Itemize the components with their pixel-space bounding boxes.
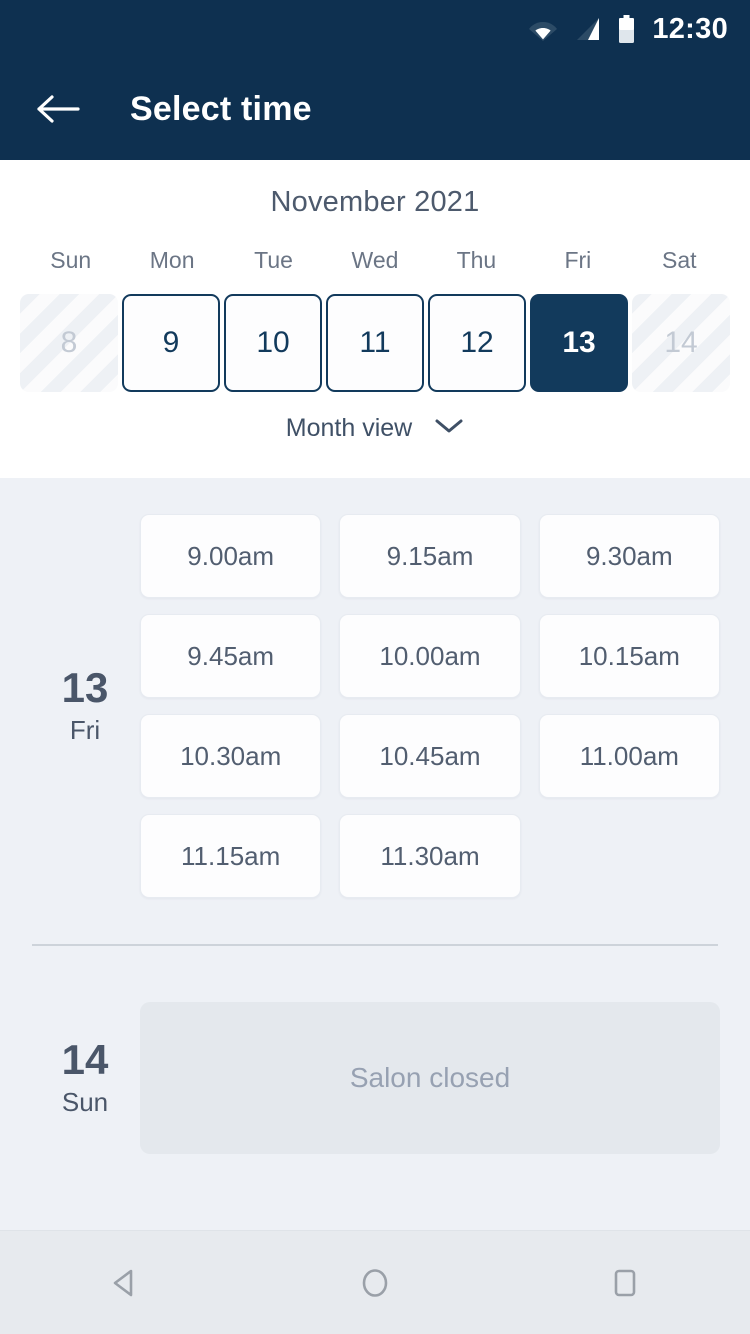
recents-square-icon bbox=[614, 1269, 636, 1296]
nav-home-button[interactable] bbox=[327, 1247, 423, 1319]
weekday-label: Fri bbox=[564, 247, 592, 273]
back-triangle-icon bbox=[113, 1269, 133, 1296]
day-name: Sun bbox=[61, 1086, 109, 1117]
back-button[interactable] bbox=[34, 85, 82, 133]
day-block-14: 14 Sun Salon closed bbox=[0, 1002, 750, 1154]
battery-icon bbox=[618, 15, 635, 43]
time-slot[interactable]: 10.30am bbox=[140, 714, 322, 798]
date-cell-row: 8 9 10 11 12 13 14 bbox=[0, 294, 750, 392]
time-slot[interactable]: 9.00am bbox=[140, 514, 322, 598]
calendar-month-label: November 2021 bbox=[270, 186, 480, 218]
date-cell-10[interactable]: 10 bbox=[224, 294, 322, 392]
signal-icon bbox=[575, 16, 601, 42]
date-cell-8: 8 bbox=[20, 294, 118, 392]
status-bar-clock: 12:30 bbox=[652, 12, 728, 45]
date-cell-9[interactable]: 9 bbox=[122, 294, 220, 392]
time-slot[interactable]: 9.45am bbox=[140, 614, 322, 698]
time-slot-grid: 9.00am 9.15am 9.30am 9.45am 10.00am 10.1… bbox=[140, 514, 720, 898]
chevron-down-icon bbox=[434, 417, 464, 440]
salon-closed-card: Salon closed bbox=[140, 1002, 720, 1154]
day-number: 14 bbox=[61, 1036, 109, 1084]
time-slot[interactable]: 9.30am bbox=[538, 514, 720, 598]
time-slot[interactable]: 11.15am bbox=[140, 814, 322, 898]
calendar-week-strip: November 2021 Sun Mon Tue Wed Thu Fri Sa… bbox=[0, 160, 750, 478]
date-cell-12[interactable]: 12 bbox=[428, 294, 526, 392]
time-slot[interactable]: 10.45am bbox=[339, 714, 521, 798]
status-bar: 12:30 bbox=[0, 0, 750, 58]
android-nav-bar bbox=[0, 1230, 750, 1334]
weekday-label: Sat bbox=[662, 247, 697, 273]
home-circle-icon bbox=[362, 1268, 388, 1297]
weekday-header-row: Sun Mon Tue Wed Thu Fri Sat bbox=[0, 247, 750, 274]
day-name: Fri bbox=[69, 714, 101, 745]
nav-back-button[interactable] bbox=[77, 1247, 173, 1319]
date-cell-14: 14 bbox=[632, 294, 730, 392]
nav-recents-button[interactable] bbox=[577, 1247, 673, 1319]
time-slot[interactable]: 9.15am bbox=[339, 514, 521, 598]
time-slot[interactable]: 11.30am bbox=[339, 814, 521, 898]
day-number: 13 bbox=[61, 664, 109, 712]
weekday-label: Sun bbox=[50, 247, 92, 273]
time-slot[interactable]: 11.00am bbox=[538, 714, 720, 798]
day-block-13: 13 Fri 9.00am 9.15am 9.30am 9.45am 10.00… bbox=[0, 514, 750, 898]
page-title: Select time bbox=[130, 89, 312, 128]
time-slot[interactable]: 10.00am bbox=[339, 614, 521, 698]
section-divider bbox=[32, 944, 718, 946]
day-label-14: 14 Sun bbox=[30, 1002, 140, 1154]
phone-screen: 12:30 Select time November 2021 Sun Mon … bbox=[0, 0, 750, 1334]
arrow-left-icon bbox=[37, 95, 80, 123]
month-view-label: Month view bbox=[285, 414, 413, 442]
month-view-toggle[interactable]: Month view bbox=[0, 414, 750, 443]
date-cell-11[interactable]: 11 bbox=[326, 294, 424, 392]
schedule-list[interactable]: 13 Fri 9.00am 9.15am 9.30am 9.45am 10.00… bbox=[0, 478, 750, 1230]
weekday-label: Mon bbox=[149, 247, 195, 273]
app-bar: Select time bbox=[0, 58, 750, 160]
time-slot[interactable]: 10.15am bbox=[538, 614, 720, 698]
weekday-label: Thu bbox=[456, 247, 497, 273]
weekday-label: Tue bbox=[254, 247, 293, 273]
wifi-icon bbox=[528, 17, 558, 41]
weekday-label: Wed bbox=[351, 247, 399, 273]
date-cell-13-selected[interactable]: 13 bbox=[530, 294, 628, 392]
day-label-13: 13 Fri bbox=[30, 514, 140, 898]
